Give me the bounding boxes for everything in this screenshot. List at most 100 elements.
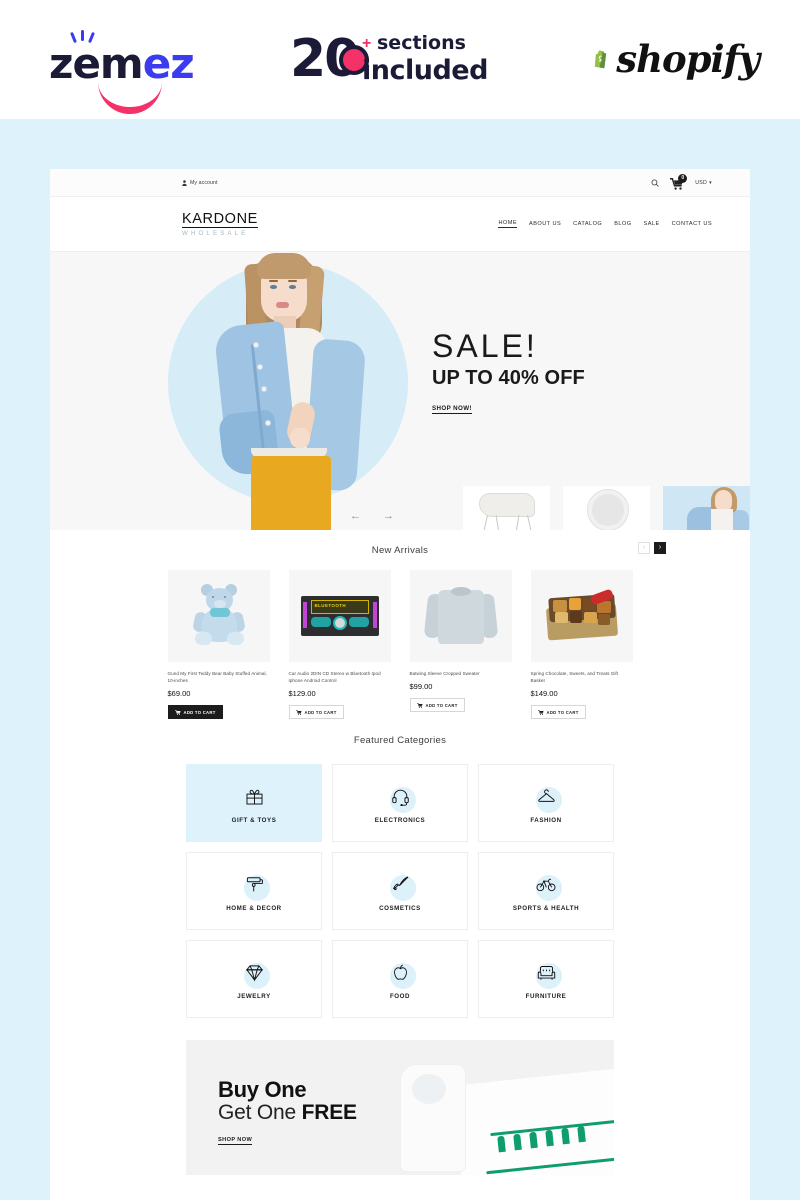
product-price: $99.00 xyxy=(409,682,433,692)
promo-copy: Buy One Get One FREE SHOP NOW xyxy=(218,1078,357,1146)
product-title: Car Audio 2DIN CD Stereo w Bluetooth Ipo… xyxy=(288,671,381,684)
category-label: FOOD xyxy=(389,993,411,1001)
nav-item-blog[interactable]: BLOG xyxy=(614,221,631,227)
product-image-gift-basket xyxy=(530,570,633,662)
nav-item-catalog[interactable]: CATALOG xyxy=(573,221,602,227)
category-card-sports-and-health[interactable]: SPORTS & HEALTH xyxy=(478,851,614,930)
shopify-wordmark: shopify xyxy=(616,37,760,81)
new-arrivals-header: New Arrivals ‹ › xyxy=(50,530,750,570)
main-navigation: HOME ABOUT US CATALOG BLOG SALE CONTACT … xyxy=(498,197,712,251)
hero-banner: SALE! UP TO 40% OFF SHOP NOW! ← → xyxy=(50,252,750,530)
product-card[interactable]: BLUETOOTH Car Audio 2DIN CD Stereo w Blu… xyxy=(288,570,391,720)
nav-item-contact-us[interactable]: CONTACT US xyxy=(672,221,712,227)
category-label: FASHION xyxy=(530,817,562,825)
chair-thumbnail[interactable] xyxy=(463,486,550,530)
promo-line-2-bold: FREE xyxy=(301,1100,357,1124)
category-label: FURNITURE xyxy=(525,993,567,1001)
new-arrivals-carousel-controls: ‹ › xyxy=(638,542,666,554)
add-to-cart-button[interactable]: ADD TO CART xyxy=(288,705,344,720)
new-arrivals-prev-button[interactable]: ‹ xyxy=(638,542,650,554)
featured-categories-grid: GIFT & TOYS ELECTRONICS FASHION HOME & D… xyxy=(50,763,750,1018)
promo-line-2-light: Get One xyxy=(218,1100,302,1124)
product-card[interactable]: Spring Chocolate, Sweets, and Treats Gif… xyxy=(530,570,633,720)
my-account-label: My account xyxy=(190,179,218,186)
sections-included-badge: 20 + sections included xyxy=(290,22,505,94)
search-icon[interactable] xyxy=(651,179,659,187)
speaker-thumbnail[interactable] xyxy=(563,486,650,530)
armchair-icon xyxy=(531,957,562,990)
new-arrivals-next-button[interactable]: › xyxy=(654,542,666,554)
category-card-jewelry[interactable]: JEWELRY xyxy=(186,939,322,1018)
category-card-cosmetics[interactable]: COSMETICS xyxy=(332,851,468,930)
chevron-down-icon: ▾ xyxy=(709,179,712,186)
category-label: COSMETICS xyxy=(379,905,421,913)
hero-shop-now-link[interactable]: SHOP NOW! xyxy=(432,405,472,414)
cart-button[interactable]: 0 xyxy=(670,173,688,190)
new-arrivals-title: New Arrivals xyxy=(371,544,429,556)
hero-model-image xyxy=(205,252,380,530)
product-title: Spring Chocolate, Sweets, and Treats Gif… xyxy=(530,671,619,684)
marketplace-logo-bar: zemez 20 + sections included shopify xyxy=(0,0,800,119)
add-to-cart-label: ADD TO CART xyxy=(546,709,579,715)
utility-bar: My account 0 USD ▾ xyxy=(50,169,750,197)
headset-icon xyxy=(385,781,416,814)
cart-icon xyxy=(295,709,302,715)
hero-prev-arrow-icon[interactable]: ← xyxy=(350,510,361,522)
product-card[interactable]: Batwing Sleeve Cropped Sweater $99.00 AD… xyxy=(409,570,512,720)
product-title: Batwing Sleeve Cropped Sweater xyxy=(409,671,480,676)
nav-item-about-us[interactable]: ABOUT US xyxy=(529,221,561,227)
hero-copy: SALE! UP TO 40% OFF SHOP NOW! xyxy=(432,330,682,415)
apple-icon xyxy=(385,957,416,990)
add-to-cart-label: ADD TO CART xyxy=(304,709,337,715)
add-to-cart-button[interactable]: ADD TO CART xyxy=(409,698,465,713)
category-label: GIFT & TOYS xyxy=(231,817,277,825)
nav-item-home[interactable]: HOME xyxy=(498,220,518,228)
product-card[interactable]: Gund My First Teddy Bear Baby Stuffed An… xyxy=(167,570,270,720)
promo-shop-now-link[interactable]: SHOP NOW xyxy=(218,1137,253,1145)
product-price: $149.00 xyxy=(530,689,558,699)
featured-categories-header: Featured Categories xyxy=(50,720,750,762)
add-to-cart-label: ADD TO CART xyxy=(425,702,458,708)
category-card-food[interactable]: FOOD xyxy=(332,939,468,1018)
site-header: KARDONE WHOLESALE HOME ABOUT US CATALOG … xyxy=(50,197,750,252)
user-icon xyxy=(182,179,187,186)
gift-icon xyxy=(239,781,269,811)
site-logo[interactable]: KARDONE WHOLESALE xyxy=(182,211,258,237)
promo-banner[interactable]: Buy One Get One FREE SHOP NOW xyxy=(186,1039,614,1175)
zemez-smile-icon xyxy=(98,81,162,114)
category-card-furniture[interactable]: FURNITURE xyxy=(478,939,614,1018)
paint-roller-icon xyxy=(239,869,270,902)
promo-line-1: Buy One xyxy=(218,1076,307,1102)
brand-tagline: WHOLESALE xyxy=(182,229,249,237)
sections-included-word: included xyxy=(362,55,488,86)
diamond-icon xyxy=(239,957,270,990)
brand-name: KARDONE xyxy=(182,210,258,229)
category-card-fashion[interactable]: FASHION xyxy=(478,763,614,842)
hero-subtitle: UP TO 40% OFF xyxy=(432,367,585,389)
product-image-teddy-bear xyxy=(167,570,270,662)
hanger-icon xyxy=(531,781,562,814)
my-account-link[interactable]: My account xyxy=(182,180,218,186)
page-root: zemez 20 + sections included shopify My … xyxy=(0,0,800,1200)
nav-item-sale[interactable]: SALE xyxy=(644,221,660,227)
currency-label: USD xyxy=(695,179,708,186)
brush-icon xyxy=(385,869,416,902)
product-price: $69.00 xyxy=(167,689,191,699)
towel-image xyxy=(394,1056,614,1175)
add-to-cart-button[interactable]: ADD TO CART xyxy=(167,705,223,720)
hero-thumbnail-strip xyxy=(363,486,750,530)
category-card-gift-and-toys[interactable]: GIFT & TOYS xyxy=(186,763,322,842)
currency-selector[interactable]: USD ▾ xyxy=(695,180,712,186)
thumbnail-spacer xyxy=(363,486,450,530)
utility-bar-actions: 0 USD ▾ xyxy=(651,169,712,196)
product-image-car-stereo: BLUETOOTH xyxy=(288,570,391,662)
category-card-home-and-decor[interactable]: HOME & DECOR xyxy=(186,851,322,930)
model-thumbnail[interactable] xyxy=(663,486,750,530)
add-to-cart-button[interactable]: ADD TO CART xyxy=(530,705,586,720)
category-card-electronics[interactable]: ELECTRONICS xyxy=(332,763,468,842)
cart-icon xyxy=(416,702,423,708)
new-arrivals-product-grid: Gund My First Teddy Bear Baby Stuffed An… xyxy=(50,570,750,720)
category-label: SPORTS & HEALTH xyxy=(512,905,580,913)
sections-word: sections xyxy=(377,32,466,54)
bicycle-icon xyxy=(531,869,562,902)
